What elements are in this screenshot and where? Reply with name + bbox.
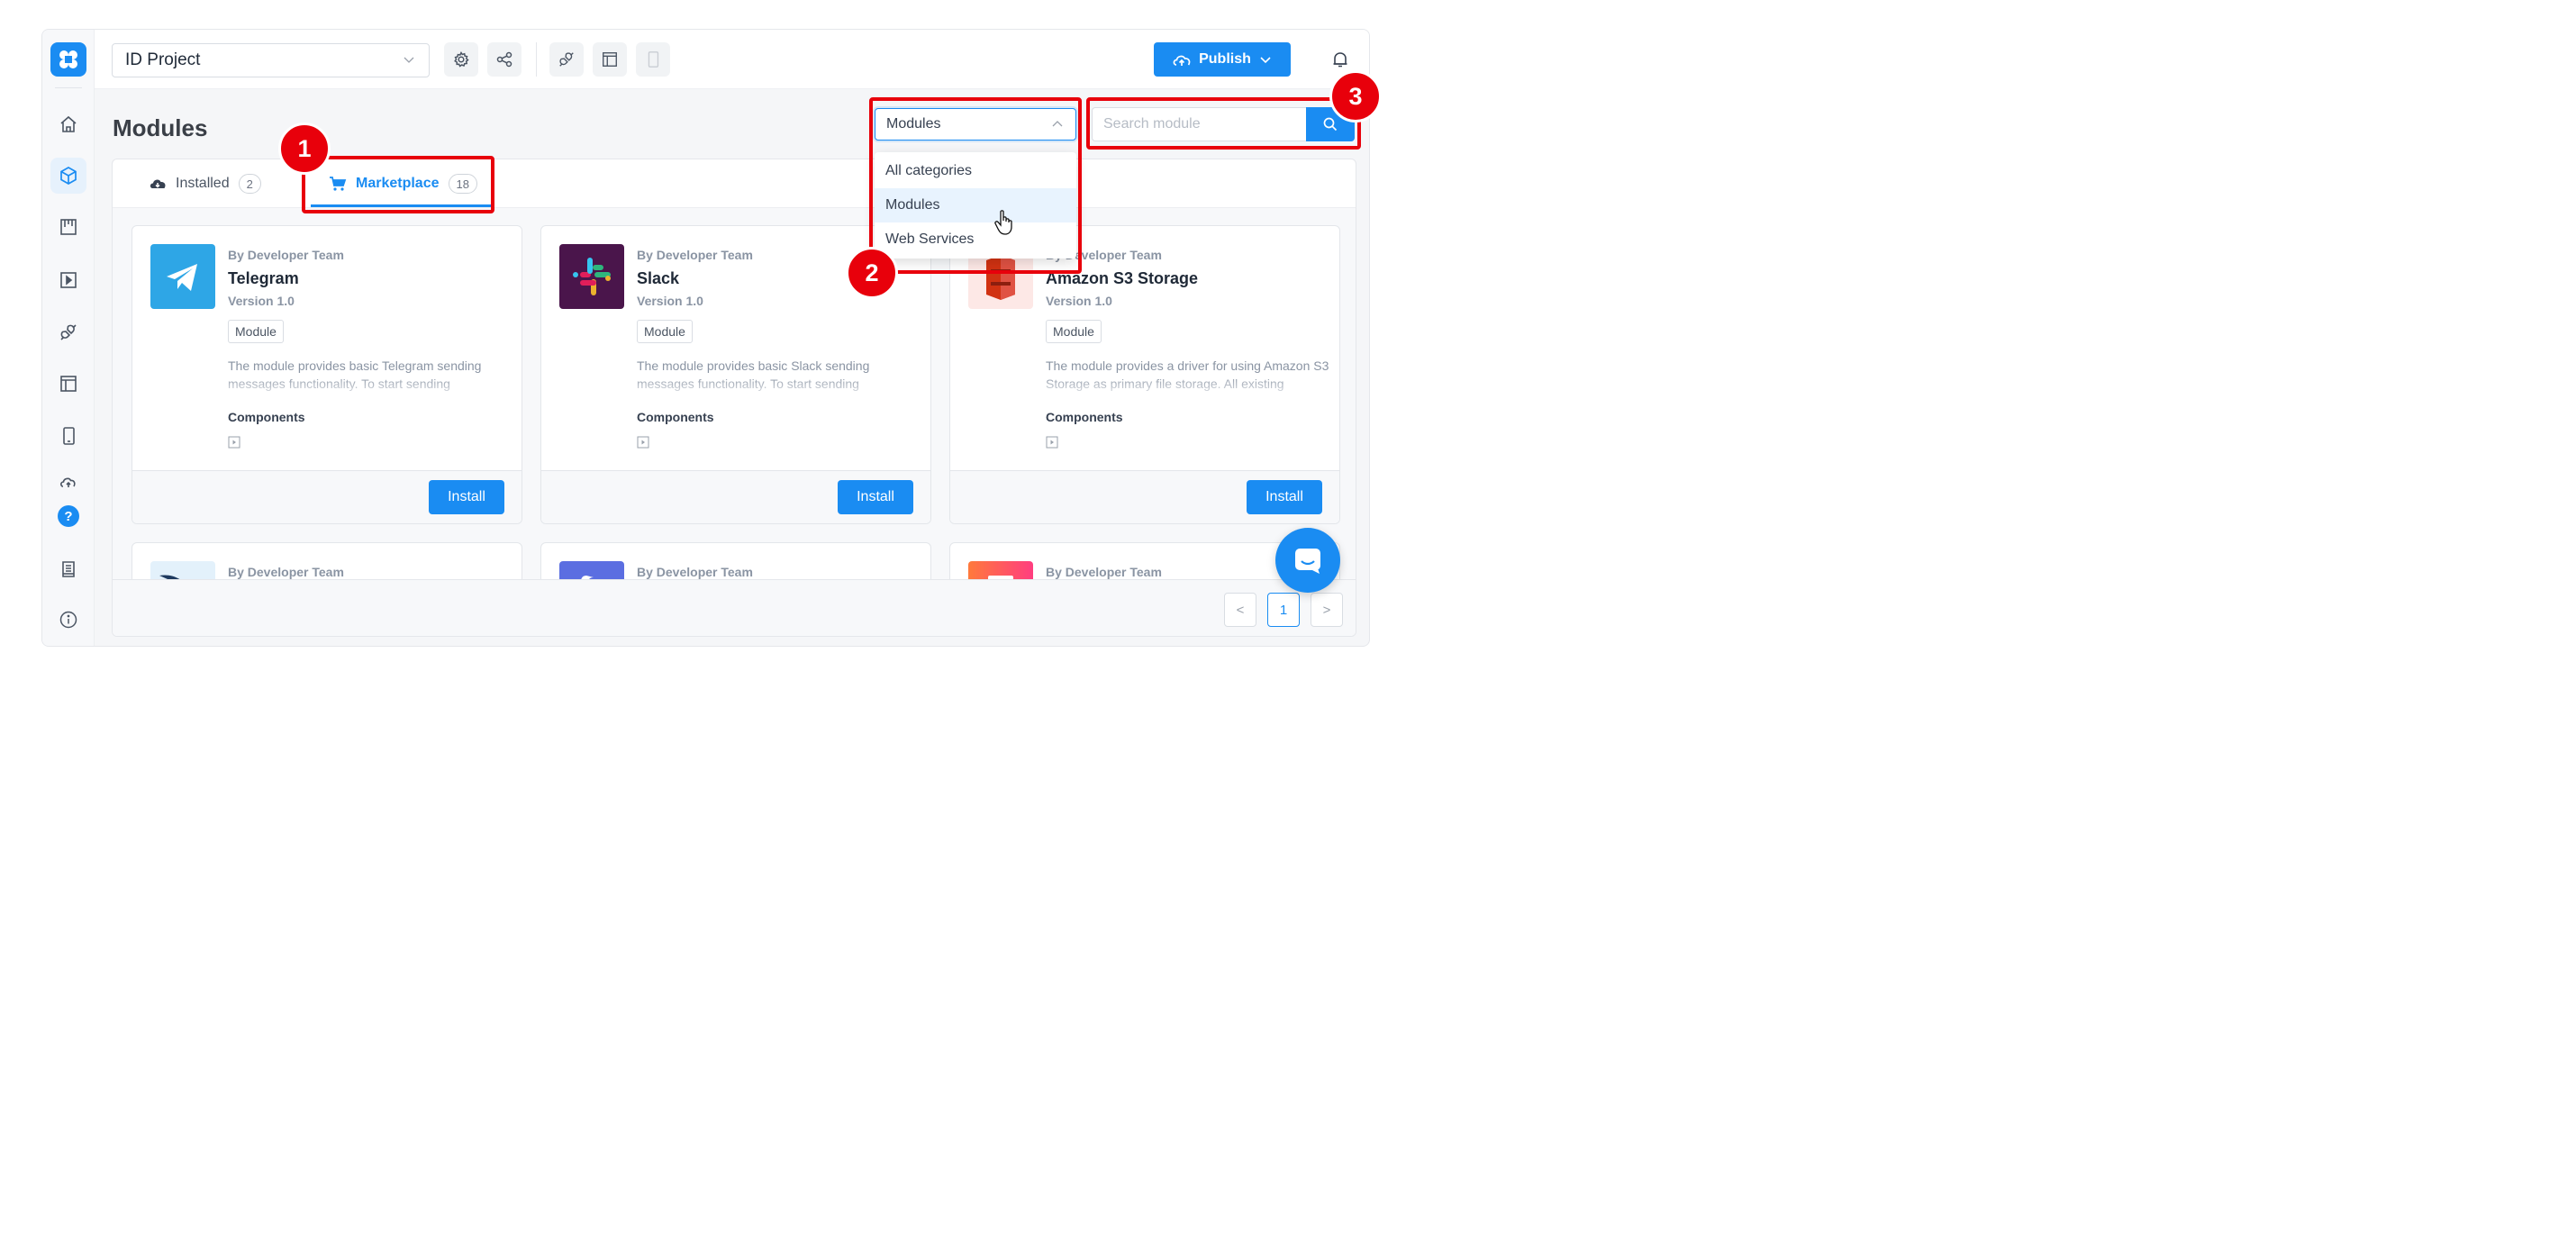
card-author: By Developer Team bbox=[1046, 565, 1162, 579]
book-icon[interactable] bbox=[50, 551, 86, 587]
toolbar-divider bbox=[536, 42, 537, 77]
module-card: By Developer Team bbox=[132, 542, 522, 579]
cloud-download-icon bbox=[150, 179, 166, 188]
topbar: ID Project Publish ID bbox=[95, 30, 1369, 89]
cloud-upload-icon bbox=[1173, 55, 1191, 66]
annotation-badge-1: 1 bbox=[278, 122, 331, 175]
play-icon[interactable] bbox=[50, 262, 86, 298]
info-icon[interactable] bbox=[50, 602, 86, 638]
cube-icon[interactable] bbox=[50, 158, 86, 194]
card-footer: Install bbox=[132, 470, 522, 523]
chevron-down-icon bbox=[404, 57, 414, 63]
publish-label: Publish bbox=[1199, 51, 1251, 67]
components-label: Components bbox=[228, 410, 305, 424]
settings-button[interactable] bbox=[444, 42, 478, 77]
module-card-telegram: By Developer Team Telegram Version 1.0 M… bbox=[132, 225, 522, 524]
share-button[interactable] bbox=[487, 42, 522, 77]
layout-icon[interactable] bbox=[50, 366, 86, 402]
gear-icon bbox=[454, 50, 469, 68]
home-icon[interactable] bbox=[50, 106, 86, 142]
annotation-badge-3: 3 bbox=[1329, 70, 1382, 122]
module-card: By Developer Team bbox=[540, 542, 931, 579]
page-1-button[interactable]: 1 bbox=[1267, 593, 1300, 627]
bell-icon[interactable] bbox=[1330, 50, 1350, 69]
card-footer: Install bbox=[950, 470, 1339, 523]
card-title: Telegram bbox=[228, 269, 299, 287]
chevron-down-icon bbox=[1260, 57, 1271, 64]
app-logo[interactable] bbox=[50, 42, 86, 77]
plugins-button[interactable] bbox=[549, 42, 584, 77]
annotation-box-1 bbox=[302, 156, 494, 213]
slack-logo bbox=[559, 244, 624, 309]
play-icon bbox=[637, 436, 649, 449]
prev-page-button[interactable]: < bbox=[1224, 593, 1256, 627]
mobile-icon[interactable] bbox=[50, 418, 86, 454]
card-title: Slack bbox=[637, 269, 680, 287]
pagination: < 1 > bbox=[113, 579, 1356, 636]
card-version: Version 1.0 bbox=[637, 294, 703, 308]
card-author: By Developer Team bbox=[228, 248, 344, 262]
chat-icon bbox=[1295, 549, 1320, 574]
plug-icon bbox=[559, 52, 574, 67]
card-description: The module provides basic Telegram sendi… bbox=[228, 358, 482, 391]
gradient-logo bbox=[968, 561, 1033, 579]
play-icon bbox=[228, 436, 240, 449]
tab-installed-label: Installed bbox=[176, 176, 230, 191]
card-version: Version 1.0 bbox=[1046, 294, 1112, 308]
card-tag: Module bbox=[637, 320, 693, 343]
sidebar-divider bbox=[55, 87, 82, 88]
sidebar: ? bbox=[42, 30, 95, 646]
modules-panel: Installed 2 Marketplace 18 By Developer … bbox=[112, 159, 1356, 637]
help-icon[interactable]: ? bbox=[58, 505, 79, 527]
annotation-badge-2: 2 bbox=[846, 247, 898, 299]
install-button[interactable]: Install bbox=[838, 480, 913, 514]
card-tag: Module bbox=[1046, 320, 1102, 343]
page-title: Modules bbox=[113, 114, 208, 141]
card-author: By Developer Team bbox=[637, 565, 753, 579]
publish-button[interactable]: Publish bbox=[1154, 42, 1291, 77]
card-footer: Install bbox=[541, 470, 930, 523]
next-page-button[interactable]: > bbox=[1311, 593, 1343, 627]
telegram-logo bbox=[150, 244, 215, 309]
card-tag: Module bbox=[228, 320, 284, 343]
module-grid: By Developer Team Telegram Version 1.0 M… bbox=[113, 208, 1356, 579]
annotation-box-2 bbox=[869, 97, 1082, 274]
layout-button[interactable] bbox=[593, 42, 627, 77]
install-button[interactable]: Install bbox=[1247, 480, 1322, 514]
card-description: The module provides basic Slack sending … bbox=[637, 358, 870, 391]
share-icon bbox=[496, 51, 512, 68]
layout-icon bbox=[603, 52, 617, 67]
board-icon[interactable] bbox=[50, 209, 86, 245]
card-description: The module provides a driver for using A… bbox=[1046, 358, 1329, 391]
blue-logo bbox=[559, 561, 624, 579]
plug-icon[interactable] bbox=[50, 314, 86, 350]
play-icon bbox=[1046, 436, 1058, 449]
components-label: Components bbox=[637, 410, 714, 424]
cloud-upload-icon[interactable] bbox=[50, 469, 86, 495]
chat-button[interactable] bbox=[1275, 528, 1340, 593]
card-author: By Developer Team bbox=[228, 565, 344, 579]
card-version: Version 1.0 bbox=[228, 294, 295, 308]
components-label: Components bbox=[1046, 410, 1123, 424]
install-button[interactable]: Install bbox=[429, 480, 504, 514]
project-select[interactable]: ID Project bbox=[112, 43, 430, 77]
tab-installed[interactable]: Installed 2 bbox=[149, 159, 261, 208]
mobile-icon bbox=[648, 51, 659, 68]
project-name: ID Project bbox=[125, 50, 201, 69]
mobile-button[interactable] bbox=[636, 42, 670, 77]
bird-logo bbox=[150, 561, 215, 579]
tab-installed-count: 2 bbox=[238, 174, 261, 194]
annotation-box-3 bbox=[1086, 97, 1361, 150]
card-author: By Developer Team bbox=[637, 248, 753, 262]
